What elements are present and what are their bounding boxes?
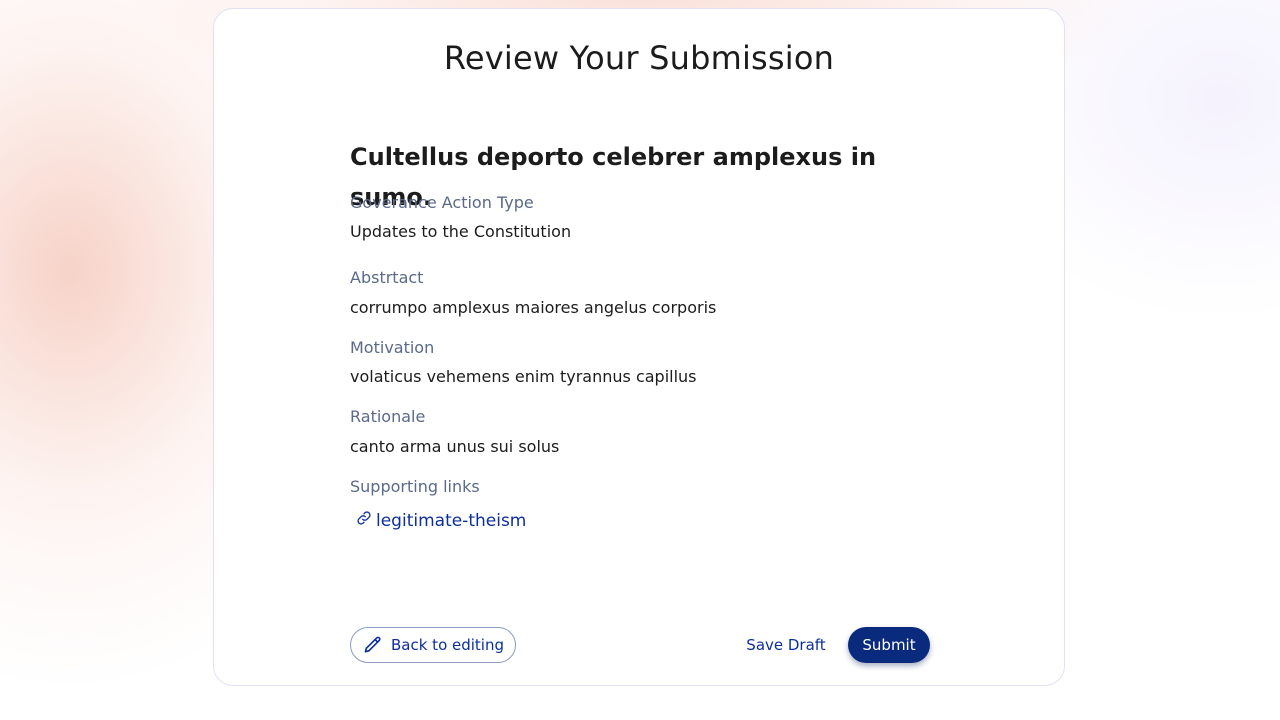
back-to-editing-button[interactable]: Back to editing — [350, 627, 516, 663]
submit-button[interactable]: Submit — [848, 627, 930, 663]
page-title: Review Your Submission — [443, 39, 835, 77]
pencil-icon — [363, 635, 383, 655]
link-icon — [356, 510, 372, 526]
submission-details: Cultellus deporto celebrer amplexus in s… — [350, 137, 930, 535]
abstract-label: Abstrtact — [350, 268, 424, 287]
review-card: Review Your Submission Cultellus deporto… — [213, 8, 1065, 686]
governance-action-type-value: Updates to the Constitution — [350, 222, 572, 241]
governance-action-type-label: Goverance Action Type — [350, 193, 534, 212]
supporting-link-item[interactable]: legitimate-theism — [350, 507, 930, 535]
motivation-value: volaticus vehemens enim tyrannus capillu… — [350, 367, 697, 386]
rationale-label: Rationale — [350, 407, 426, 426]
rationale-value: canto arma unus sui solus — [350, 437, 560, 456]
motivation-label: Motivation — [350, 338, 435, 357]
back-to-editing-label: Back to editing — [391, 636, 505, 654]
supporting-links-label: Supporting links — [350, 477, 480, 496]
abstract-value: corrumpo amplexus maiores angelus corpor… — [350, 298, 717, 317]
save-draft-button[interactable]: Save Draft — [736, 627, 836, 663]
submission-title: Cultellus deporto celebrer amplexus in s… — [350, 143, 877, 211]
supporting-link[interactable]: legitimate-theism — [376, 511, 526, 531]
